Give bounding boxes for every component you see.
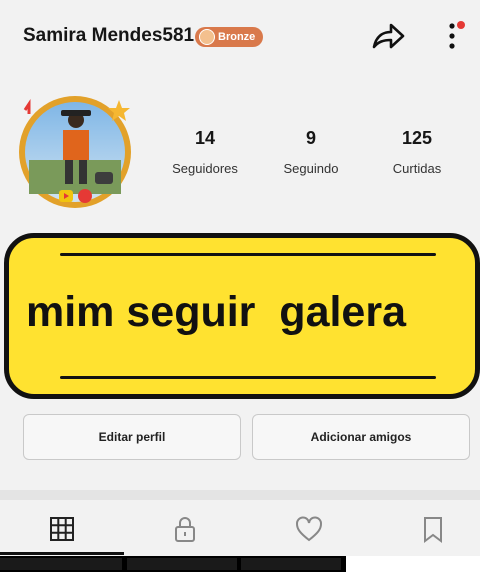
profile-avatar-icon <box>19 96 131 208</box>
stat-likes[interactable]: 125 Curtidas <box>384 128 450 176</box>
rank-badge[interactable]: Bronze <box>195 27 264 47</box>
edit-profile-button[interactable]: Editar perfil <box>23 414 241 460</box>
lock-icon[interactable] <box>170 514 200 544</box>
stat-label: Seguindo <box>283 161 339 176</box>
strip-preview <box>346 556 480 572</box>
medal-icon <box>199 29 215 45</box>
notification-dot <box>457 21 465 29</box>
stat-value: 14 <box>194 128 216 148</box>
share-arrow-icon[interactable] <box>370 20 406 52</box>
avatar[interactable] <box>15 90 135 215</box>
content-tabs <box>0 500 480 556</box>
heart-icon[interactable] <box>294 514 324 544</box>
section-divider <box>0 490 480 500</box>
active-tab-indicator <box>0 552 124 555</box>
banner-top-line <box>60 253 436 256</box>
username: Samira Mendes581 <box>23 25 195 46</box>
banner-text: mim seguir galera <box>26 288 406 336</box>
stat-followers[interactable]: 14 Seguidores <box>168 128 242 176</box>
profile-header: Samira Mendes581 Bronze <box>0 0 480 76</box>
rank-badge-label: Bronze <box>218 31 256 43</box>
stat-value: 9 <box>305 128 316 148</box>
bookmark-icon[interactable] <box>418 514 448 544</box>
banner-bottom-line <box>60 376 436 379</box>
stat-label: Curtidas <box>392 161 442 176</box>
strip-block <box>241 558 341 570</box>
more-vertical-icon[interactable] <box>443 18 467 54</box>
stat-label: Seguidores <box>172 161 238 176</box>
grid-icon[interactable] <box>47 514 77 544</box>
strip-block <box>0 558 122 570</box>
stat-value: 125 <box>401 128 433 148</box>
strip-block <box>127 558 237 570</box>
add-friends-button[interactable]: Adicionar amigos <box>252 414 470 460</box>
stat-following[interactable]: 9 Seguindo <box>278 128 344 176</box>
